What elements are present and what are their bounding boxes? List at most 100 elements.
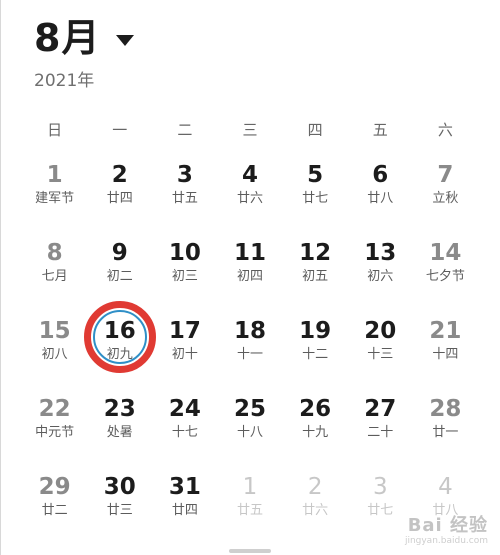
day-number: 12: [299, 240, 332, 266]
lunar-date-label: 初四: [236, 269, 263, 284]
day-number: 27: [364, 396, 397, 422]
day-number: 2: [307, 474, 323, 500]
day-number: 16: [103, 318, 136, 344]
weekday-header: 日 一 二 三 四 五 六: [22, 120, 478, 140]
lunar-date-label: 廿四: [171, 503, 198, 518]
day-number: 11: [233, 240, 266, 266]
watermark: Bai 经验 jingyan.baidu.com: [405, 516, 488, 547]
day-cell[interactable]: 22 中元节: [22, 392, 87, 470]
weekday-label: 六: [437, 121, 453, 139]
day-number: 28: [429, 396, 462, 422]
day-cell[interactable]: 31 廿四: [152, 470, 217, 548]
day-cell[interactable]: 2 廿六: [283, 470, 348, 548]
day-cell[interactable]: 3 廿七: [348, 470, 413, 548]
day-number: 3: [176, 162, 193, 188]
day-number: 9: [111, 240, 128, 266]
day-cell[interactable]: 7 立秋: [413, 158, 478, 236]
day-number: 21: [429, 318, 462, 344]
day-cell[interactable]: 13 初六: [348, 236, 413, 314]
day-cell[interactable]: 2 廿四: [87, 158, 152, 236]
lunar-date-label: 初五: [302, 269, 329, 284]
lunar-date-label: 初八: [41, 347, 68, 362]
day-cell[interactable]: 29 廿二: [22, 470, 87, 548]
lunar-date-label: 七月: [41, 269, 68, 284]
day-cell[interactable]: 30 廿三: [87, 470, 152, 548]
day-number: 23: [103, 396, 136, 422]
lunar-date-label: 处暑: [106, 425, 133, 440]
day-cell[interactable]: 24 十七: [152, 392, 217, 470]
day-cell[interactable]: 4 廿六: [217, 158, 282, 236]
day-cell[interactable]: 25 十八: [217, 392, 282, 470]
day-cell[interactable]: 3 廿五: [152, 158, 217, 236]
day-number: 31: [168, 474, 201, 500]
day-cell[interactable]: 19 十二: [283, 314, 348, 392]
day-number: 19: [299, 318, 332, 344]
day-number: 25: [233, 396, 266, 422]
day-cell[interactable]: 20 十三: [348, 314, 413, 392]
day-cell[interactable]: 11 初四: [217, 236, 282, 314]
day-cell[interactable]: 6 廿八: [348, 158, 413, 236]
lunar-date-label: 十九: [302, 425, 329, 440]
weekday-label: 五: [372, 121, 388, 139]
day-number: 1: [46, 162, 63, 188]
day-cell[interactable]: 27 二十: [348, 392, 413, 470]
lunar-date-label: 十三: [367, 347, 394, 362]
day-cell[interactable]: 17 初十: [152, 314, 217, 392]
day-cell[interactable]: 26 十九: [283, 392, 348, 470]
month-selector[interactable]: 8月: [34, 14, 135, 62]
day-number: 3: [372, 474, 388, 500]
day-cell[interactable]: 18 十一: [217, 314, 282, 392]
left-edge-divider: [0, 0, 1, 555]
day-cell[interactable]: 5 廿七: [283, 158, 348, 236]
day-number: 13: [364, 240, 397, 266]
lunar-date-label: 二十: [367, 425, 394, 440]
day-number: 26: [299, 396, 332, 422]
day-number: 14: [429, 240, 462, 266]
caret-down-icon[interactable]: [116, 34, 135, 46]
day-cell-today[interactable]: 16 初九: [83, 301, 156, 392]
day-cell[interactable]: 10 初三: [152, 236, 217, 314]
lunar-date-label: 初十: [171, 347, 198, 362]
day-number: 7: [437, 162, 454, 188]
day-cell[interactable]: 14 七夕节: [413, 236, 478, 314]
weekday-label: 日: [47, 121, 63, 139]
day-cell[interactable]: 15 初八: [22, 314, 87, 392]
lunar-date-label: 建军节: [35, 191, 75, 206]
day-cell[interactable]: 21 十四: [413, 314, 478, 392]
day-cell[interactable]: 8 七月: [22, 236, 87, 314]
lunar-date-label: 廿四: [106, 191, 133, 206]
month-grid: 1 建军节 2 廿四 3 廿五 4 廿六 5 廿七 6 廿八 7 立秋 8 七月 9 初二 10 初三 11 初四 12 初五…: [22, 158, 478, 548]
lunar-date-label: 初三: [171, 269, 198, 284]
weekday-label: 四: [307, 121, 323, 139]
month-title[interactable]: 8月: [34, 14, 100, 62]
lunar-date-label: 初六: [367, 269, 394, 284]
lunar-date-label: 初九: [106, 347, 133, 362]
day-number: 30: [103, 474, 136, 500]
day-cell[interactable]: 12 初五: [283, 236, 348, 314]
day-cell[interactable]: 1 廿五: [217, 470, 282, 548]
lunar-date-label: 廿八: [367, 191, 394, 206]
weekday-label: 一: [112, 121, 128, 139]
day-number: 15: [38, 318, 71, 344]
lunar-date-label: 廿一: [432, 425, 459, 440]
lunar-date-label: 廿三: [106, 503, 133, 518]
lunar-date-label: 立秋: [432, 191, 459, 206]
day-number: 6: [372, 162, 389, 188]
lunar-date-label: 中元节: [35, 425, 75, 440]
year-label: 2021年: [34, 71, 95, 91]
calendar-header: 8月 2021年: [34, 14, 135, 92]
weekday-label: 二: [177, 121, 193, 139]
day-number: 20: [364, 318, 397, 344]
day-number: 24: [168, 396, 201, 422]
day-cell[interactable]: 1 建军节: [22, 158, 87, 236]
day-number: 18: [233, 318, 266, 344]
watermark-logo: Bai 经验: [407, 515, 488, 536]
lunar-date-label: 十八: [236, 425, 263, 440]
lunar-date-label: 廿六: [302, 503, 329, 518]
day-number: 1: [242, 474, 258, 500]
day-cell[interactable]: 23 处暑: [87, 392, 152, 470]
day-cell[interactable]: 28 廿一: [413, 392, 478, 470]
lunar-date-label: 十一: [236, 347, 263, 362]
lunar-date-label: 廿六: [236, 191, 263, 206]
home-indicator-bar[interactable]: [229, 549, 271, 553]
